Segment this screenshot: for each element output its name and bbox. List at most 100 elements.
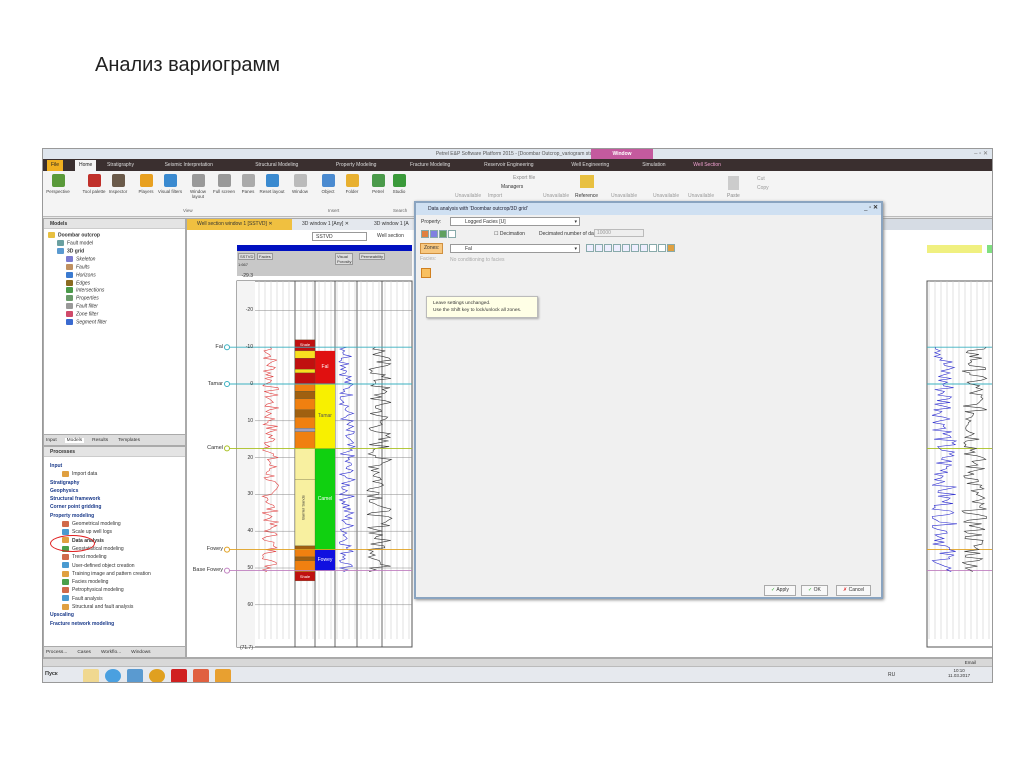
tree-item[interactable]: 3D grid (48, 247, 185, 256)
facies-interval (294, 391, 316, 399)
process-item[interactable]: Structural framework (48, 495, 185, 503)
ribbon-button-reset-layout[interactable]: Reset layout (259, 174, 285, 194)
dialog-window-controls[interactable]: _ ▫ ✕ (864, 204, 878, 211)
panel-tab[interactable]: Windows (129, 650, 152, 655)
lock-icon[interactable] (421, 268, 431, 278)
reference-button[interactable]: Reference (575, 193, 598, 199)
panel-tab[interactable]: Input (44, 438, 59, 443)
ok-button[interactable]: ✓ OK (801, 585, 828, 596)
ribbon-tab[interactable]: Simulation (638, 160, 669, 171)
process-item[interactable]: Fault analysis (48, 595, 185, 603)
process-item[interactable]: Stratigraphy (48, 479, 185, 487)
process-item[interactable]: Input (48, 462, 185, 470)
ribbon-button-window[interactable]: Window (287, 174, 313, 194)
paste-button[interactable]: Paste (727, 193, 740, 199)
tree-item[interactable]: Intersections (48, 287, 185, 295)
property-select[interactable]: Logged Facies [U] ▾ (450, 217, 580, 226)
decimated-input[interactable]: 10000 (594, 229, 644, 237)
tree-item[interactable]: Edges (48, 279, 185, 288)
copy-button[interactable]: Copy (757, 185, 769, 191)
track-header[interactable]: Visual Porosity (335, 253, 354, 265)
chrome-icon[interactable] (149, 669, 165, 682)
ie-icon[interactable] (105, 669, 121, 682)
process-item[interactable]: Upscaling (48, 611, 185, 619)
ribbon-tab[interactable]: Well Section (689, 160, 725, 171)
tree-item[interactable]: Fault filter (48, 303, 185, 311)
window-controls[interactable]: – ▫ ✕ (974, 150, 988, 157)
zones-button[interactable]: Zones: (420, 243, 444, 254)
process-item[interactable]: Training image and pattern creation (48, 570, 185, 578)
ribbon-button-studio[interactable]: Studio (386, 174, 412, 194)
process-icon (62, 595, 69, 602)
cut-button[interactable]: Cut (757, 176, 765, 182)
tree-item[interactable]: Zone filter (48, 311, 185, 319)
tree-item[interactable]: Skeleton (48, 255, 185, 264)
track-header[interactable]: SSTVD (238, 253, 256, 260)
process-item[interactable]: Import data (48, 470, 185, 478)
decimation-checkbox[interactable]: ☐ Decimation (494, 231, 525, 237)
tree-item[interactable]: Fault model (48, 239, 185, 248)
panel-tab[interactable]: Results (90, 438, 110, 443)
panel-tab[interactable]: Templates (116, 438, 142, 443)
ribbon-button-inspector[interactable]: Inspector (105, 174, 131, 194)
process-item[interactable]: Petrophysical modeling (48, 586, 185, 594)
ribbon-tab[interactable]: Well Engineering (567, 160, 613, 171)
tree-item[interactable]: Doombar outcrop (48, 232, 185, 240)
ribbon-tab[interactable]: Fracture Modeling (406, 160, 454, 171)
ribbon-button-object[interactable]: Object (315, 174, 341, 194)
process-item[interactable]: Fracture network modeling (48, 620, 185, 628)
ribbon-tab[interactable]: Stratigraphy (103, 160, 138, 171)
panel-tab[interactable]: Process... (44, 650, 69, 655)
clock[interactable]: 10:10 11.03.2017 (948, 668, 970, 678)
ribbon-tab[interactable]: Seismic Interpretation (161, 160, 217, 171)
explorer-icon[interactable] (83, 669, 99, 682)
tree-item[interactable]: Properties (48, 295, 185, 303)
zone-select[interactable]: Fal ▾ (450, 244, 580, 253)
panel-tab[interactable]: Cases (75, 650, 93, 655)
ribbon-tab[interactable]: Structural Modeling (251, 160, 302, 171)
process-item[interactable]: Geometrical modeling (48, 520, 185, 528)
track-header[interactable]: Permeability (359, 253, 386, 260)
managers-button[interactable]: Managers (501, 184, 523, 190)
track-header[interactable]: Facies (257, 253, 273, 260)
ribbon-tab[interactable]: Home (75, 160, 97, 171)
petrel-taskbar-icon[interactable] (215, 669, 231, 682)
ribbon-button-visual-filters[interactable]: Visual filters (157, 174, 183, 194)
process-item[interactable]: Facies modeling (48, 578, 185, 586)
powerpoint-icon[interactable] (193, 669, 209, 682)
export-button[interactable]: Export file (513, 175, 535, 181)
depth-tick: 40 (247, 528, 253, 535)
start-button[interactable]: Пуск (45, 671, 58, 677)
ribbon-tab[interactable]: File (47, 160, 64, 171)
acrobat-icon[interactable] (171, 669, 187, 682)
cancel-button[interactable]: ✗ Cancel (836, 585, 872, 596)
ribbon-button-panes[interactable]: Panes (235, 174, 261, 194)
import-button[interactable]: Import (488, 193, 502, 199)
tree-item[interactable]: Faults (48, 263, 185, 272)
zone-navigation[interactable] (586, 244, 676, 254)
tree-item[interactable]: Horizons (48, 271, 185, 280)
facies-button[interactable]: Facies: (420, 256, 436, 262)
process-item[interactable]: Geophysics (48, 487, 185, 495)
ribbon-tab[interactable]: Property Modeling (332, 160, 381, 171)
language-indicator[interactable]: RU (888, 672, 895, 678)
property-tool-icons[interactable] (421, 230, 466, 240)
apply-button[interactable]: ✓ Apply (764, 585, 796, 596)
panel-tab[interactable]: Models (64, 438, 85, 443)
ribbon-button-players[interactable]: Players (133, 174, 159, 194)
ribbon-button-perspective[interactable]: Perspective (45, 174, 71, 194)
process-item[interactable]: Property modeling (48, 512, 185, 520)
process-item[interactable]: Structural and fault analysis (48, 603, 185, 611)
ribbon-button-full-screen[interactable]: Full screen (211, 174, 237, 194)
ribbon-button-folder[interactable]: Folder (339, 174, 365, 194)
process-item[interactable]: Corner point gridding (48, 503, 185, 511)
panel-tab[interactable]: Workflo... (99, 650, 123, 655)
tree-item[interactable]: Segment filter (48, 319, 185, 327)
ribbon-tab[interactable]: Reservoir Engineering (480, 160, 537, 171)
process-item[interactable]: User-defined object creation (48, 562, 185, 570)
ribbon-button-window-layout[interactable]: Window layout (185, 174, 211, 199)
ribbon-button-tool-palette[interactable]: Tool palette (81, 174, 107, 194)
process-item[interactable]: Trend modeling (48, 553, 185, 561)
media-icon[interactable] (127, 669, 143, 682)
context-tab-window[interactable]: Window (591, 149, 653, 159)
